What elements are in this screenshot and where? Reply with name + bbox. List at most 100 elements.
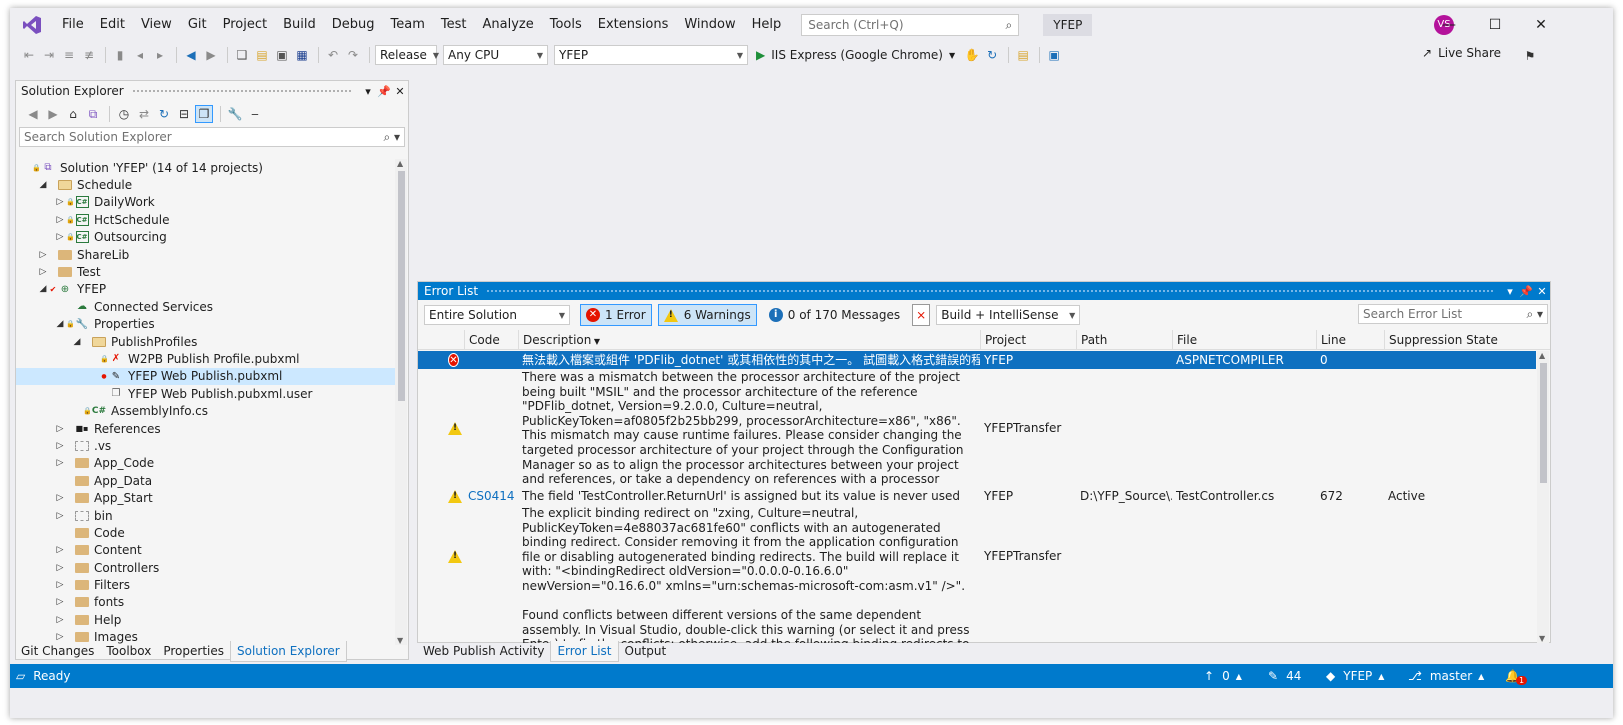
panel-grip[interactable] (486, 288, 1494, 294)
navigate-back-icon[interactable]: ◀ (182, 46, 200, 64)
menu-team[interactable]: Team (383, 8, 433, 42)
visual-studio-logo-icon[interactable] (10, 8, 54, 42)
home-icon[interactable]: ⌂ (64, 105, 82, 123)
undo-icon[interactable]: ↶ (324, 46, 342, 64)
menu-debug[interactable]: Debug (324, 8, 383, 42)
tree-item[interactable]: ▷ fonts (16, 594, 396, 611)
menu-tools[interactable]: Tools (542, 8, 590, 42)
solution-folder-icon[interactable]: ▤ (1014, 46, 1032, 64)
refresh-icon[interactable]: ↻ (983, 46, 1001, 64)
tab-web-publish-activity[interactable]: Web Publish Activity (417, 641, 550, 661)
collapsed-arrow-icon[interactable]: ▷ (54, 563, 66, 573)
panel-dropdown-icon[interactable]: ▾ (1502, 285, 1518, 298)
minimize-icon[interactable]: — (1426, 8, 1472, 42)
scroll-up-icon[interactable]: ▲ (1539, 351, 1545, 360)
pin-icon[interactable]: 📌 (1518, 285, 1534, 298)
expanded-arrow-icon[interactable]: ◢ (54, 319, 66, 329)
tree-item[interactable]: ◢ PublishProfiles (16, 333, 396, 350)
clear-filter-button[interactable]: ⨯ (912, 304, 931, 326)
tab-solution-explorer[interactable]: Solution Explorer (230, 640, 347, 662)
menu-project[interactable]: Project (215, 8, 275, 42)
tree-item[interactable]: ▷ Controllers (16, 559, 396, 576)
collapsed-arrow-icon[interactable]: ▷ (54, 545, 66, 555)
tree-item[interactable]: ▷ Content (16, 542, 396, 559)
preview-icon[interactable]: ‒ (246, 105, 264, 123)
pending-changes-item[interactable]: ✎ 44 (1268, 669, 1301, 683)
collapsed-arrow-icon[interactable]: ▷ (54, 215, 66, 225)
column-header-suppression-state[interactable]: Suppression State (1384, 330, 1508, 350)
column-header-description[interactable]: Description ▼ (518, 330, 980, 350)
save-all-icon[interactable]: ▦ (293, 46, 311, 64)
menu-git[interactable]: Git (180, 8, 215, 42)
table-row[interactable]: ✕ 無法載入檔案或組件 'PDFlib_dotnet' 或其相依性的其中之一。 試… (418, 351, 1536, 369)
menu-analyze[interactable]: Analyze (474, 8, 541, 42)
back-icon[interactable]: ◀ (24, 105, 42, 123)
startup-project-dropdown[interactable]: YFEP ▼ (554, 45, 748, 65)
source-dropdown[interactable]: Build + IntelliSense ▼ (936, 305, 1081, 325)
collapsed-arrow-icon[interactable]: ▷ (54, 615, 66, 625)
scroll-thumb[interactable] (398, 171, 405, 401)
redo-icon[interactable]: ↷ (344, 46, 362, 64)
tree-item[interactable]: ● ✎ YFEP Web Publish.pubxml (16, 367, 396, 386)
tree-item[interactable]: ◢ 🔒 🔧 Properties (16, 316, 396, 333)
menu-edit[interactable]: Edit (92, 8, 133, 42)
sync-icon[interactable]: ⇄ (135, 105, 153, 123)
tree-item[interactable]: ▷ 🔒 C# DailyWork (16, 194, 396, 211)
menu-file[interactable]: File (54, 8, 92, 42)
collapsed-arrow-icon[interactable]: ▷ (54, 232, 66, 242)
tree-item[interactable]: ❐ YFEP Web Publish.pubxml.user (16, 385, 396, 402)
collapsed-arrow-icon[interactable]: ▷ (54, 580, 66, 590)
start-debugging-button[interactable]: ▶ IIS Express (Google Chrome) ▼ (756, 48, 955, 62)
table-row[interactable]: Found conflicts between different versio… (418, 607, 1536, 643)
browser-link-icon[interactable]: ▣ (1045, 46, 1063, 64)
navigate-forward-icon[interactable]: ▶ (202, 46, 220, 64)
tree-item[interactable]: App_Data (16, 472, 396, 489)
tree-item[interactable]: 🔒 ⧉ Solution 'YFEP' (14 of 14 projects) (16, 159, 396, 176)
open-file-icon[interactable]: ▤ (253, 46, 271, 64)
notifications-item[interactable]: 🔔 1 (1505, 668, 1528, 685)
table-row[interactable]: The explicit binding redirect on "zxing,… (418, 505, 1536, 607)
panel-dropdown-icon[interactable]: ▾ (360, 85, 376, 98)
tab-toolbox[interactable]: Toolbox (100, 641, 157, 661)
save-icon[interactable]: ▣ (273, 46, 291, 64)
refresh-icon[interactable]: ↻ (155, 105, 173, 123)
tree-item[interactable]: 🔒 ✗ W2PB Publish Profile.pubxml (16, 350, 396, 367)
column-header-path[interactable]: Path (1076, 330, 1172, 350)
platform-dropdown[interactable]: Any CPU ▼ (443, 45, 548, 65)
tab-output[interactable]: Output (619, 641, 673, 661)
hot-reload-icon[interactable]: ✋ (963, 46, 981, 64)
menu-extensions[interactable]: Extensions (590, 8, 677, 42)
collapsed-arrow-icon[interactable]: ▷ (54, 441, 66, 451)
prev-bookmark-icon[interactable]: ◂ (131, 46, 149, 64)
tree-item[interactable]: ▷ Filters (16, 576, 396, 593)
collapsed-arrow-icon[interactable]: ▷ (37, 267, 49, 277)
collapsed-arrow-icon[interactable]: ▷ (54, 597, 66, 607)
menu-help[interactable]: Help (744, 8, 790, 42)
forward-icon[interactable]: ▶ (44, 105, 62, 123)
scope-dropdown[interactable]: Entire Solution ▼ (424, 305, 570, 325)
menu-window[interactable]: Window (676, 8, 743, 42)
collapsed-arrow-icon[interactable]: ▷ (54, 424, 66, 434)
tree-item[interactable]: ◢ Schedule (16, 176, 396, 193)
collapsed-arrow-icon[interactable]: ▷ (54, 197, 66, 207)
next-bookmark-icon[interactable]: ▸ (151, 46, 169, 64)
column-header-line[interactable]: Line (1316, 330, 1384, 350)
solution-explorer-scrollbar[interactable]: ▲ ▼ (395, 159, 407, 645)
expanded-arrow-icon[interactable]: ◢ (71, 337, 83, 347)
pin-icon[interactable]: 📌 (376, 85, 392, 98)
tree-item[interactable]: ▷ bin (16, 507, 396, 524)
tree-item[interactable]: ☁ Connected Services (16, 298, 396, 315)
uncomment-icon[interactable]: ≢ (80, 46, 98, 64)
column-header-project[interactable]: Project (980, 330, 1076, 350)
messages-filter-button[interactable]: i 0 of 170 Messages (763, 304, 906, 326)
tree-item[interactable]: ▷ .vs (16, 437, 396, 454)
repository-item[interactable]: ◆ YFEP ▲ (1326, 669, 1384, 683)
table-row[interactable]: There was a mismatch between the process… (418, 369, 1536, 487)
panel-grip[interactable] (131, 88, 352, 94)
column-header-file[interactable]: File (1172, 330, 1316, 350)
error-list-scrollbar[interactable]: ▲ ▼ (1537, 351, 1549, 643)
tree-item[interactable]: 🔒 C# AssemblyInfo.cs (16, 402, 396, 419)
column-header-severity[interactable] (456, 330, 464, 350)
maximize-icon[interactable]: ☐ (1472, 8, 1518, 42)
collapse-all-icon[interactable]: ⊟ (175, 105, 193, 123)
